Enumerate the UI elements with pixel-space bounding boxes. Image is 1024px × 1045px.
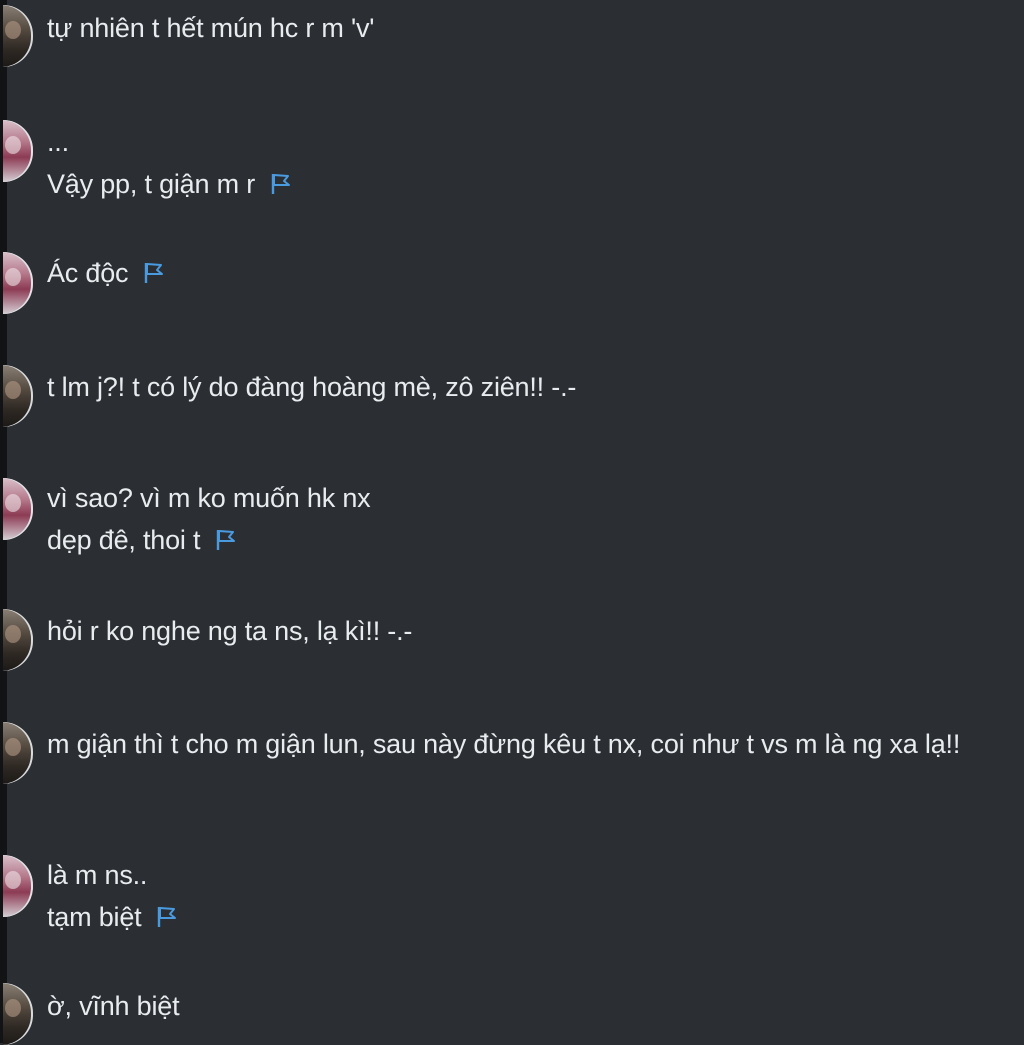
avatar[interactable] — [3, 365, 33, 427]
flag-icon[interactable] — [155, 905, 179, 929]
message-line: tự nhiên t hết mún hc r m 'v' — [47, 13, 375, 43]
avatar[interactable] — [3, 5, 33, 67]
flag-icon[interactable] — [269, 172, 293, 196]
flag-icon[interactable] — [214, 528, 238, 552]
avatar[interactable] — [3, 609, 33, 671]
message-line-text: Ác độc — [47, 258, 129, 288]
avatar[interactable] — [3, 120, 33, 182]
message-text: vì sao? vì m ko muốn hk nx dẹp đê, thoi … — [47, 477, 1004, 561]
message-line: tạm biệt — [47, 896, 1004, 938]
message-line: m giận thì t cho m giận lun, sau này đừn… — [47, 729, 961, 759]
message-line: hỏi r ko nghe ng ta ns, lạ kì!! -.- — [47, 616, 413, 646]
message-line: t lm j?! t có lý do đàng hoàng mè, zô zi… — [47, 372, 577, 402]
message-text: ... Vậy pp, t giận m r — [47, 121, 1004, 205]
message-line: dẹp đê, thoi t — [47, 519, 1004, 561]
message-line: là m ns.. — [47, 860, 148, 890]
message-line-text: Vậy pp, t giận m r — [47, 169, 255, 199]
message-line-text: tạm biệt — [47, 902, 142, 932]
avatar[interactable] — [3, 983, 33, 1045]
chat-log: tự nhiên t hết mún hc r m 'v' ... Vậy pp… — [0, 0, 1024, 1045]
avatar[interactable] — [3, 478, 33, 540]
message-line: Ác độc — [47, 252, 1004, 294]
message-text: hỏi r ko nghe ng ta ns, lạ kì!! -.- — [47, 610, 1004, 652]
avatar[interactable] — [3, 855, 33, 917]
message-line: ... — [47, 127, 69, 157]
message-text: ờ, vĩnh biệt — [47, 985, 1004, 1027]
message-text: tự nhiên t hết mún hc r m 'v' — [47, 7, 1004, 49]
message-line-text: dẹp đê, thoi t — [47, 525, 201, 555]
message-text: Ác độc — [47, 252, 1004, 294]
message-line: Vậy pp, t giận m r — [47, 163, 1004, 205]
message-text: t lm j?! t có lý do đàng hoàng mè, zô zi… — [47, 366, 1004, 408]
avatar[interactable] — [3, 252, 33, 314]
flag-icon[interactable] — [142, 261, 166, 285]
message-text: là m ns.. tạm biệt — [47, 854, 1004, 938]
avatar[interactable] — [3, 722, 33, 784]
message-line: ờ, vĩnh biệt — [47, 991, 180, 1021]
message-text: m giận thì t cho m giận lun, sau này đừn… — [47, 723, 1010, 765]
message-line: vì sao? vì m ko muốn hk nx — [47, 483, 371, 513]
